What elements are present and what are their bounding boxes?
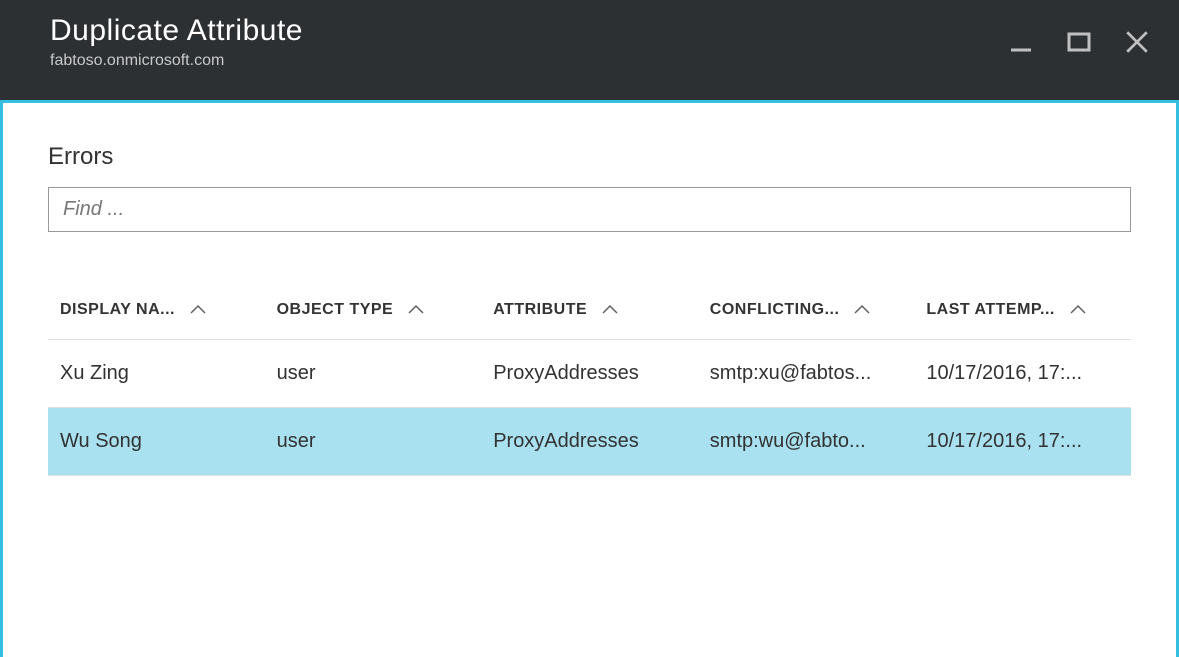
sort-icon — [189, 304, 207, 316]
table-header-row: DISPLAY NA... OBJECT TYPE ATTRIBUTE — [48, 287, 1131, 340]
cell-object-type: user — [265, 340, 482, 408]
cell-display-name: Xu Zing — [48, 340, 265, 408]
errors-table: DISPLAY NA... OBJECT TYPE ATTRIBUTE — [48, 287, 1131, 476]
cell-attribute: ProxyAddresses — [481, 340, 698, 408]
column-header-object-type[interactable]: OBJECT TYPE — [265, 287, 482, 340]
column-label: DISPLAY NA... — [60, 301, 175, 319]
column-header-conflicting[interactable]: CONFLICTING... — [698, 287, 915, 340]
window: Duplicate Attribute fabtoso.onmicrosoft.… — [0, 0, 1179, 657]
column-header-attribute[interactable]: ATTRIBUTE — [481, 287, 698, 340]
cell-last-attempt: 10/17/2016, 17:... — [914, 340, 1131, 408]
sort-icon — [407, 304, 425, 316]
section-title: Errors — [48, 143, 1131, 171]
maximize-icon — [1067, 30, 1091, 54]
header: Duplicate Attribute fabtoso.onmicrosoft.… — [0, 0, 1179, 100]
column-header-display-name[interactable]: DISPLAY NA... — [48, 287, 265, 340]
cell-last-attempt: 10/17/2016, 17:... — [914, 408, 1131, 476]
search-input[interactable] — [48, 187, 1131, 232]
window-controls — [1007, 28, 1151, 56]
column-label: CONFLICTING... — [710, 301, 840, 319]
page-subtitle: fabtoso.onmicrosoft.com — [50, 52, 1129, 70]
cell-conflicting: smtp:wu@fabto... — [698, 408, 915, 476]
column-header-last-attempt[interactable]: LAST ATTEMP... — [914, 287, 1131, 340]
minimize-icon — [1009, 30, 1033, 54]
table-row[interactable]: Wu Song user ProxyAddresses smtp:wu@fabt… — [48, 408, 1131, 476]
cell-display-name: Wu Song — [48, 408, 265, 476]
close-button[interactable] — [1123, 28, 1151, 56]
column-label: LAST ATTEMP... — [926, 301, 1054, 319]
maximize-button[interactable] — [1065, 28, 1093, 56]
cell-attribute: ProxyAddresses — [481, 408, 698, 476]
column-label: OBJECT TYPE — [277, 301, 394, 319]
page-title: Duplicate Attribute — [50, 14, 1129, 48]
table-row[interactable]: Xu Zing user ProxyAddresses smtp:xu@fabt… — [48, 340, 1131, 408]
table-body: Xu Zing user ProxyAddresses smtp:xu@fabt… — [48, 340, 1131, 476]
cell-conflicting: smtp:xu@fabtos... — [698, 340, 915, 408]
content: Errors DISPLAY NA... OBJECT TYPE — [0, 100, 1179, 657]
minimize-button[interactable] — [1007, 28, 1035, 56]
sort-icon — [853, 304, 871, 316]
close-icon — [1124, 29, 1150, 55]
sort-icon — [1069, 304, 1087, 316]
cell-object-type: user — [265, 408, 482, 476]
column-label: ATTRIBUTE — [493, 301, 587, 319]
sort-icon — [601, 304, 619, 316]
